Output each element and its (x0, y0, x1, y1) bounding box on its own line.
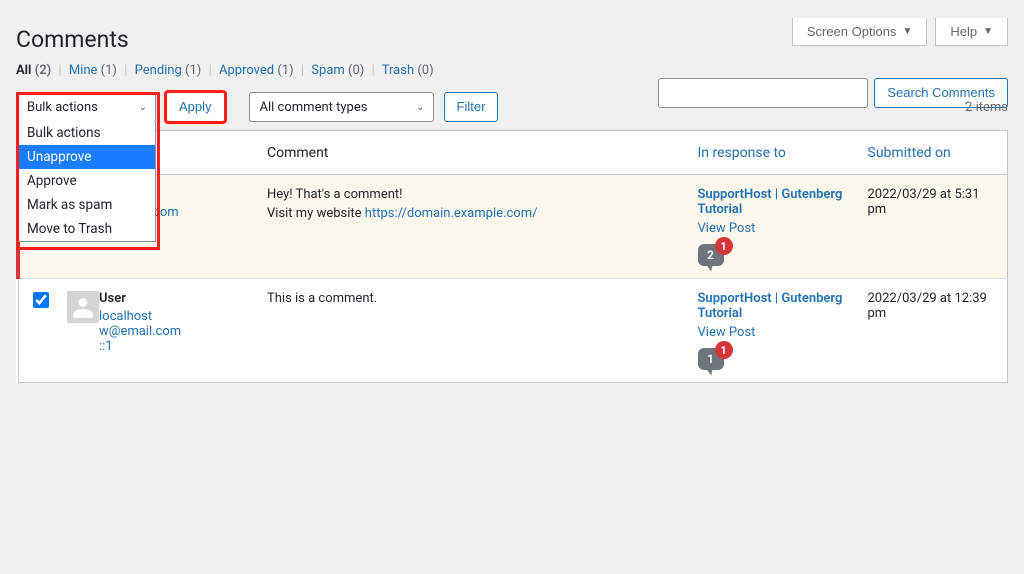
chevron-down-icon: ⌄ (139, 102, 147, 113)
comment-type-selected: All comment types (260, 100, 368, 115)
filter-button[interactable]: Filter (444, 92, 499, 122)
bulk-option-bulk-actions[interactable]: Bulk actions (17, 121, 155, 145)
chevron-down-icon: ⌄ (416, 102, 424, 113)
help-label: Help (950, 24, 977, 39)
bulk-actions-select[interactable]: Bulk actions ⌄ (16, 92, 156, 122)
column-comment: Comment (257, 131, 688, 175)
items-count: 2 items (965, 100, 1008, 115)
comment-text: Hey! That's a comment! (267, 187, 678, 202)
comments-table: Author Comment In response to Submitted … (16, 130, 1008, 383)
filter-pending[interactable]: Pending (1) (135, 63, 202, 78)
comment-type-select[interactable]: All comment types ⌄ (249, 92, 434, 122)
screen-options-label: Screen Options (807, 24, 897, 39)
author-email2[interactable]: w@email.com (99, 324, 181, 339)
comment-text: This is a comment. (267, 291, 678, 306)
bulk-actions-selected: Bulk actions (27, 100, 98, 115)
author-email[interactable]: localhost (99, 309, 181, 324)
bulk-option-mark-as-spam[interactable]: Mark as spam (17, 193, 155, 217)
filter-all[interactable]: All (2) (16, 63, 51, 78)
filter-approved[interactable]: Approved (1) (219, 63, 294, 78)
pending-badge: 1 (715, 237, 733, 255)
filter-spam[interactable]: Spam (0) (311, 63, 364, 78)
filter-mine[interactable]: Mine (1) (69, 63, 117, 78)
view-post-link[interactable]: View Post (698, 325, 848, 340)
chevron-down-icon: ▼ (983, 26, 993, 37)
author-name: User (99, 291, 181, 306)
comment-link[interactable]: https://domain.example.com/ (365, 206, 538, 221)
table-row: Doe e@gmail.com ::1 Hey! That's a commen… (18, 175, 1008, 279)
filter-trash[interactable]: Trash (0) (382, 63, 434, 78)
help-button[interactable]: Help ▼ (935, 18, 1008, 46)
pending-badge: 1 (715, 341, 733, 359)
person-icon (70, 294, 96, 320)
avatar (67, 291, 99, 323)
comment-count-bubble[interactable]: 2 1 (698, 244, 724, 266)
table-row: User localhost w@email.com ::1 This is a… (18, 279, 1008, 383)
submitted-date: 2022/03/29 at 5:31 pm (858, 175, 1008, 279)
response-post-link[interactable]: SupportHost | Gutenberg Tutorial (698, 291, 848, 321)
view-post-link[interactable]: View Post (698, 221, 848, 236)
status-filters: All (2) | Mine (1) | Pending (1) | Appro… (16, 63, 1008, 78)
column-date[interactable]: Submitted on (858, 131, 1008, 175)
column-response[interactable]: In response to (688, 131, 858, 175)
screen-options-button[interactable]: Screen Options ▼ (792, 18, 928, 46)
bulk-option-unapprove[interactable]: Unapprove (17, 145, 155, 169)
comment-count-bubble[interactable]: 1 1 (698, 348, 724, 370)
submitted-date: 2022/03/29 at 12:39 pm (858, 279, 1008, 383)
bulk-actions-dropdown: Bulk actions Unapprove Approve Mark as s… (16, 121, 156, 242)
author-ip[interactable]: ::1 (99, 339, 181, 354)
chevron-down-icon: ▼ (902, 26, 912, 37)
row-checkbox[interactable] (33, 292, 49, 308)
comment-text-line2: Visit my website https://domain.example.… (267, 206, 678, 221)
bulk-option-approve[interactable]: Approve (17, 169, 155, 193)
response-post-link[interactable]: SupportHost | Gutenberg Tutorial (698, 187, 848, 217)
bulk-option-move-to-trash[interactable]: Move to Trash (17, 217, 155, 241)
apply-button[interactable]: Apply (166, 92, 225, 122)
